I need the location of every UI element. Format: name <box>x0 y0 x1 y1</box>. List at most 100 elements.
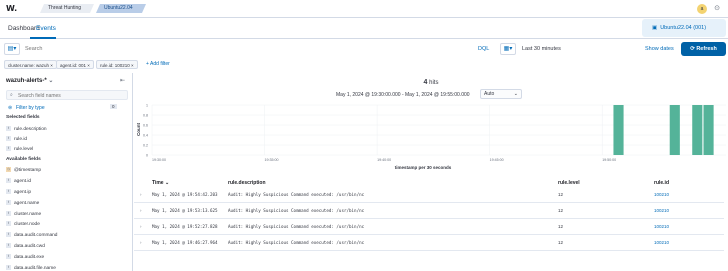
column-header-level[interactable]: rule.level <box>558 180 580 186</box>
cell-level: 12 <box>558 224 564 229</box>
cell-rule-id[interactable]: 100210 <box>654 208 669 213</box>
show-dates-button[interactable]: Show dates <box>645 46 674 52</box>
y-tick-label: 0.2 <box>143 144 148 148</box>
expand-row-icon[interactable]: › <box>140 224 142 229</box>
table-row[interactable]: › May 1, 2024 @ 19:52:27.828 Audit: Highly… <box>134 220 724 235</box>
field-type-icon: t <box>6 221 11 227</box>
module-tabs: Dashboard Events <box>0 18 728 39</box>
field-type-icon: t <box>6 243 11 248</box>
expand-row-icon[interactable]: › <box>140 208 142 213</box>
filter-label: rule.id: 100210 <box>100 63 130 68</box>
column-header-time[interactable]: Time ⌄ <box>152 180 169 186</box>
available-field-item[interactable]: t agent.ip <box>6 189 31 195</box>
field-search-input[interactable] <box>18 92 118 99</box>
available-field-item[interactable]: t data.audit.command <box>6 232 57 238</box>
close-icon[interactable]: × <box>87 63 90 68</box>
field-type-icon: t <box>6 145 11 151</box>
column-header-label: Time <box>152 180 164 186</box>
field-type-icon: t <box>6 210 11 216</box>
field-type-icon: t <box>6 199 11 205</box>
expand-row-icon[interactable]: › <box>140 240 142 245</box>
y-tick-label: 0.4 <box>143 134 148 138</box>
histogram-chart[interactable]: 1 0.8 0.6 0.4 0.2 0 19:30:00 19:35:00 19:40:00 19… <box>134 103 728 171</box>
chevron-down-icon: ⌄ <box>48 78 54 84</box>
y-tick-label: 0.8 <box>143 114 148 118</box>
query-bar: ▤▾ DQL ▦▾ Last 30 minutes Show dates ⟳ R… <box>0 41 728 58</box>
breadcrumb-agent[interactable]: Ubuntu22.04 <box>96 4 146 13</box>
filter-by-type-button[interactable]: ⊜ Filter by type 0 <box>6 103 128 113</box>
available-field-item[interactable]: t cluster.name <box>6 210 41 216</box>
column-header-id[interactable]: rule.id <box>654 180 669 186</box>
column-header-description[interactable]: rule.description <box>228 180 266 186</box>
date-range-label[interactable]: Last 30 minutes <box>522 46 561 52</box>
time-range-text: May 1, 2024 @ 19:30:00.000 - May 1, 2024… <box>336 92 470 98</box>
cell-time: May 1, 2024 @ 19:53:13.625 <box>152 208 218 213</box>
filter-bar: cluster.name: wazuh × agent.id: 001 × ru… <box>0 59 728 71</box>
expand-row-icon[interactable]: › <box>140 192 142 197</box>
filter-by-type-label: Filter by type <box>16 105 45 111</box>
histogram-bar[interactable] <box>703 105 714 155</box>
agent-icon: ▣ <box>652 25 658 31</box>
available-field-item[interactable]: t data.audit.cwd <box>6 243 45 249</box>
chevron-down-icon: ⌄ <box>513 91 518 97</box>
cell-description: Audit: Highly Suspicious Command execute… <box>228 208 365 213</box>
agent-selector-button[interactable]: ▣ Ubuntu22.04 (001) <box>642 19 726 37</box>
available-field-item[interactable]: t cluster.node <box>6 221 40 227</box>
interval-select[interactable]: Auto ⌄ <box>480 89 522 99</box>
query-language-button[interactable]: DQL <box>478 46 489 52</box>
field-name: cluster.node <box>14 222 40 228</box>
help-icon[interactable]: ⊙ <box>712 4 722 14</box>
filter-pill[interactable]: rule.id: 100210 × <box>96 60 138 69</box>
top-bar: W. Threat Hunting Ubuntu22.04 a ⊙ <box>0 0 728 18</box>
close-icon[interactable]: × <box>50 63 53 68</box>
x-tick-label: 19:50:00 <box>602 158 616 162</box>
cell-rule-id[interactable]: 100210 <box>654 224 669 229</box>
wazuh-logo[interactable]: W. <box>6 4 17 14</box>
cell-description: Audit: Highly Suspicious Command execute… <box>228 240 365 245</box>
saved-query-icon[interactable]: ▤▾ <box>4 43 20 55</box>
table-row[interactable]: › May 1, 2024 @ 19:54:42.203 Audit: Highly… <box>134 188 724 203</box>
available-field-item[interactable]: t agent.id <box>6 178 31 184</box>
hits-count: 4 hits <box>134 79 728 86</box>
histogram-bar[interactable] <box>613 105 624 155</box>
table-row[interactable]: › May 1, 2024 @ 19:53:13.625 Audit: Highly… <box>134 204 724 219</box>
field-name: data.audit.command <box>14 232 58 238</box>
field-name: data.audit.file.name <box>14 265 56 271</box>
available-field-item[interactable]: ◷ @timestamp <box>6 167 41 173</box>
add-filter-button[interactable]: + Add filter <box>146 61 170 67</box>
refresh-label: Refresh <box>696 46 717 52</box>
y-axis-label: Count <box>136 123 141 136</box>
available-field-item[interactable]: t data.audit.file.name <box>6 264 56 271</box>
cell-level: 12 <box>558 240 564 245</box>
hits-label: hits <box>429 80 439 86</box>
tab-events[interactable]: Events <box>36 25 56 32</box>
breadcrumb-threat-hunting[interactable]: Threat Hunting <box>40 4 94 13</box>
y-tick-label: 1 <box>146 104 148 108</box>
index-pattern-selector[interactable]: wazuh-alerts-* ⌄ <box>6 77 53 84</box>
cell-rule-id[interactable]: 100210 <box>654 240 669 245</box>
selected-field-item[interactable]: t rule.level <box>6 145 33 151</box>
available-field-item[interactable]: t data.audit.exe <box>6 253 44 260</box>
calendar-icon[interactable]: ▦▾ <box>500 43 516 55</box>
field-type-icon: t <box>6 189 11 194</box>
available-field-item[interactable]: t agent.name <box>6 199 39 206</box>
cell-rule-id[interactable]: 100210 <box>654 192 669 197</box>
field-sidebar: wazuh-alerts-* ⌄ ⇤ ⌕ ⊜ Filter by type 0 … <box>0 73 133 271</box>
filter-label: cluster.name: wazuh <box>8 63 50 68</box>
histogram-bar[interactable] <box>692 105 703 155</box>
filter-count-badge: 0 <box>110 104 117 109</box>
search-input[interactable] <box>22 43 472 55</box>
selected-field-item[interactable]: t rule.id <box>6 135 27 142</box>
selected-fields-title: Selected fields <box>6 115 40 120</box>
filter-pill[interactable]: agent.id: 001 × <box>56 60 94 69</box>
close-icon[interactable]: × <box>131 63 134 68</box>
table-row[interactable]: › May 1, 2024 @ 19:46:27.964 Audit: Highly… <box>134 236 724 251</box>
filter-pill[interactable]: cluster.name: wazuh × <box>4 60 57 69</box>
user-avatar[interactable]: a <box>697 4 707 14</box>
collapse-sidebar-icon[interactable]: ⇤ <box>120 77 125 84</box>
refresh-button[interactable]: ⟳ Refresh <box>681 42 726 56</box>
selected-field-item[interactable]: t rule.description <box>6 126 47 132</box>
field-type-icon: t <box>6 253 11 259</box>
histogram-bar[interactable] <box>669 105 680 155</box>
x-tick-label: 19:40:00 <box>377 158 391 162</box>
